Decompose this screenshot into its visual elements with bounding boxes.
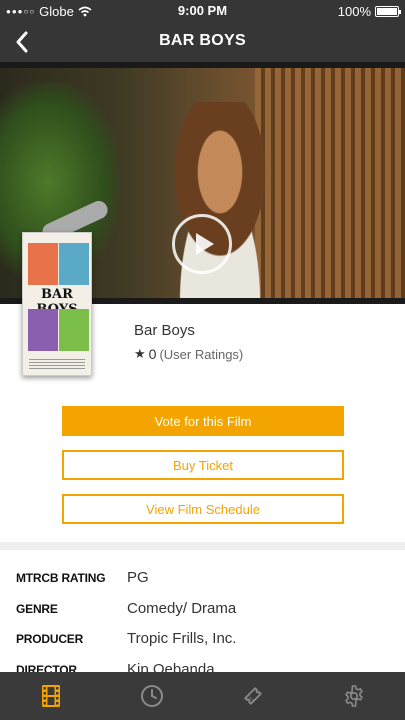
page-title: BAR BOYS xyxy=(159,32,246,49)
rating-label: (User Ratings) xyxy=(159,346,244,362)
gear-icon xyxy=(345,685,364,707)
detail-label: DIRECTOR xyxy=(16,663,77,672)
poster-portrait xyxy=(59,309,89,351)
tab-tickets[interactable] xyxy=(203,672,304,720)
film-details: MTRCB RATING PG GENRE Comedy/ Drama PROD… xyxy=(0,550,405,672)
detail-value: PG xyxy=(127,569,149,586)
tab-bar xyxy=(0,672,405,720)
user-rating: ★ 0 (User Ratings) xyxy=(134,346,243,362)
view-schedule-button[interactable]: View Film Schedule xyxy=(62,494,344,524)
play-icon xyxy=(196,233,214,255)
detail-label: MTRCB RATING xyxy=(16,571,106,585)
detail-row-mtrcb: MTRCB RATING PG xyxy=(0,564,405,594)
section-divider xyxy=(0,542,405,550)
film-poster: BAR BOYS xyxy=(22,232,92,376)
detail-row-director: DIRECTOR Kip Oebanda xyxy=(0,656,405,672)
battery-info: 100% xyxy=(337,4,401,19)
detail-label: GENRE xyxy=(16,602,58,616)
tab-settings[interactable] xyxy=(304,672,405,720)
detail-row-genre: GENRE Comedy/ Drama xyxy=(0,595,405,625)
tab-films[interactable] xyxy=(0,672,101,720)
poster-portrait xyxy=(28,309,58,351)
film-icon xyxy=(41,685,60,707)
battery-percent: 100% xyxy=(337,4,371,19)
status-bar: ●●●○○ Globe 9:00 PM 100% xyxy=(0,0,405,22)
detail-value: Comedy/ Drama xyxy=(127,600,237,617)
rating-value: 0 xyxy=(148,346,157,362)
poster-credits xyxy=(29,357,85,369)
detail-value: Tropic Frills, Inc. xyxy=(127,630,237,647)
battery-fill xyxy=(377,8,397,15)
vote-button[interactable]: Vote for this Film xyxy=(62,406,344,436)
tab-schedule[interactable] xyxy=(101,672,202,720)
back-button[interactable] xyxy=(8,28,36,56)
star-icon: ★ xyxy=(134,346,146,361)
battery-icon xyxy=(375,6,401,17)
detail-value: Kip Oebanda xyxy=(127,661,215,672)
play-button[interactable] xyxy=(172,214,232,274)
clock-icon xyxy=(140,685,163,707)
film-name: Bar Boys xyxy=(134,322,195,339)
detail-row-producer: PRODUCER Tropic Frills, Inc. xyxy=(0,625,405,655)
buy-ticket-button[interactable]: Buy Ticket xyxy=(62,450,344,480)
poster-portrait xyxy=(28,243,58,285)
ticket-icon xyxy=(244,686,263,706)
chevron-left-icon xyxy=(16,31,28,53)
poster-portrait xyxy=(59,243,89,285)
detail-label: PRODUCER xyxy=(16,632,84,646)
video-scene-person xyxy=(150,102,290,302)
navigation-bar: BAR BOYS xyxy=(0,22,405,62)
